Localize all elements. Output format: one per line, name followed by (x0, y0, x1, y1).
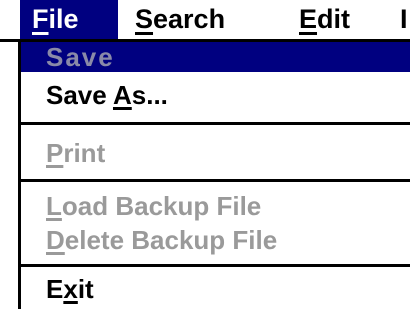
menu-edit-post: dit (317, 4, 351, 34)
menu-item-load-backup-mnemonic: L (46, 191, 62, 221)
menu-item-exit-pre: E (46, 274, 64, 304)
menu-file-mnemonic: F (32, 4, 49, 34)
menu-separator (21, 264, 410, 267)
menu-next-truncated[interactable]: I (400, 0, 410, 39)
menu-search[interactable]: Search (135, 0, 225, 39)
menu-next-post: I (400, 4, 408, 34)
menu-item-save-as-post: s... (131, 80, 168, 110)
menu-item-delete-backup-post: elete Backup File (64, 225, 278, 255)
menu-item-delete-backup-mnemonic: D (46, 225, 65, 255)
menu-file-post: ile (48, 4, 79, 34)
menu-item-save-as-mnemonic: A (112, 80, 132, 110)
menu-item-exit[interactable]: Exit (21, 272, 410, 306)
menu-file[interactable]: File (20, 0, 118, 39)
menu-search-mnemonic: S (135, 4, 154, 34)
menu-item-exit-mnemonic: x (63, 274, 78, 304)
menu-separator (21, 179, 410, 182)
menu-item-exit-post: it (77, 274, 94, 304)
menu-item-save-as[interactable]: Save As... (21, 78, 410, 112)
menu-item-print-post: rint (63, 138, 106, 168)
menu-separator (21, 122, 410, 125)
menu-item-save-pre: Save (46, 42, 115, 72)
menu-item-delete-backup-file[interactable]: Delete Backup File (21, 223, 410, 257)
menu-item-print-mnemonic: P (46, 138, 64, 168)
menu-edit-mnemonic: E (299, 4, 318, 34)
menu-search-post: earch (153, 4, 226, 34)
menu-item-save-as-pre: Save (46, 80, 113, 110)
menu-item-load-backup-file[interactable]: Load Backup File (21, 189, 410, 223)
menu-bar: File Search Edit I (0, 0, 410, 42)
menu-item-save[interactable]: Save (21, 42, 410, 72)
menu-item-print[interactable]: Print (21, 136, 410, 170)
menu-edit[interactable]: Edit (299, 0, 350, 39)
menu-item-load-backup-post: oad Backup File (61, 191, 262, 221)
screen: File Search Edit I Save Save As... Print… (0, 0, 410, 309)
file-menu-dropdown: Save Save As... Print Load Backup File D… (18, 42, 410, 309)
